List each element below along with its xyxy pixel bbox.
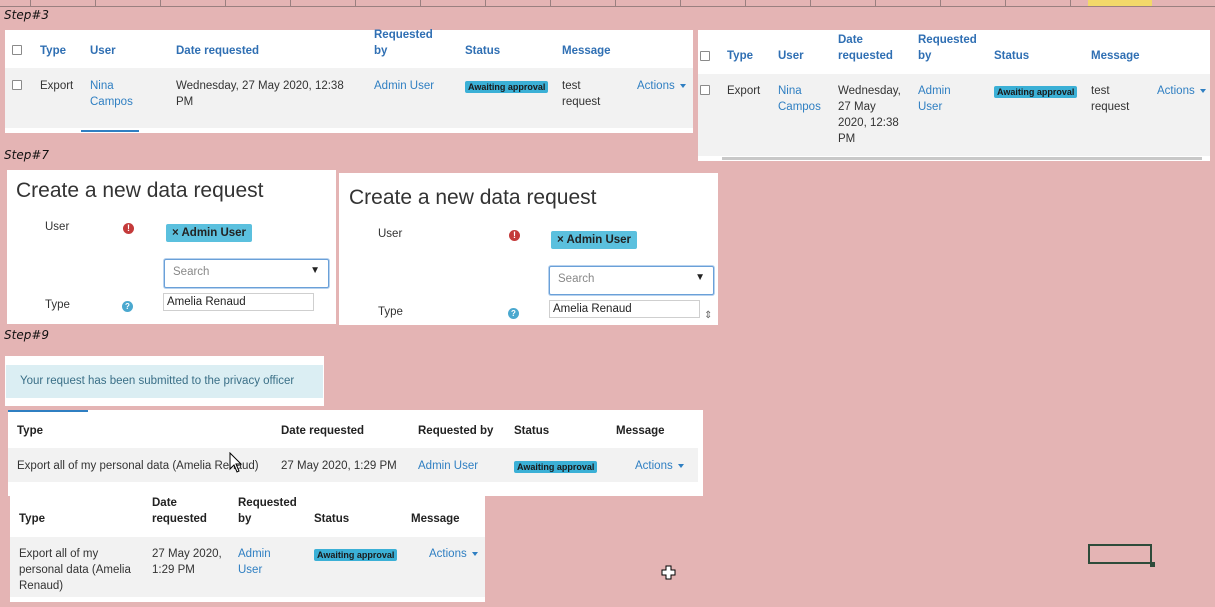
header-message[interactable]: Message — [562, 43, 611, 59]
my-requests-table-wide: Type Date requested Requested by Status … — [8, 410, 703, 496]
selected-cell[interactable] — [1088, 544, 1152, 564]
row-checkbox[interactable] — [700, 85, 710, 95]
user-search-select[interactable]: Search ▼ — [164, 259, 329, 288]
mouse-cursor-icon — [229, 452, 243, 473]
step-7-label: Step#7 — [4, 148, 50, 162]
dropdown-option[interactable]: Amelia Renaud — [163, 293, 314, 311]
actions-menu-button[interactable]: Actions — [635, 458, 684, 474]
confirmation-panel: Your request has been submitted to the p… — [5, 356, 324, 406]
row-date: Wednesday, 27 May 2020, 12:38 PM — [838, 85, 901, 145]
header-type[interactable]: Type — [40, 43, 66, 59]
status-badge: Awaiting approval — [994, 86, 1078, 98]
row-requested-by-link[interactable]: Admin User — [374, 78, 434, 94]
chevron-down-icon — [471, 551, 478, 556]
error-icon: ! — [123, 223, 134, 234]
row-user-link[interactable]: Nina Campos — [778, 83, 821, 115]
spreadsheet-column-header — [0, 0, 1215, 7]
create-request-form-2: Create a new data request User ! × Admin… — [339, 173, 718, 325]
header-type[interactable]: Type — [727, 48, 753, 64]
create-request-form-1: Create a new data request User ! × Admin… — [7, 170, 336, 324]
type-label: Type — [45, 299, 70, 311]
header-type[interactable]: Type — [19, 511, 45, 527]
user-label: User — [45, 221, 70, 233]
actions-menu-button[interactable]: Actions — [1157, 83, 1206, 99]
row-requested-by-link[interactable]: Admin User — [918, 83, 951, 115]
dropdown-arrow-icon: ▼ — [695, 272, 705, 283]
dropdown-arrow-icon: ▼ — [310, 265, 320, 276]
step-9-label: Step#9 — [4, 328, 50, 342]
header-date[interactable]: Date requested — [281, 423, 364, 439]
horizontal-scrollbar[interactable] — [722, 157, 1202, 160]
type-label: Type — [378, 306, 403, 318]
header-requested-by[interactable]: Requested by — [238, 495, 297, 527]
table-row — [698, 74, 1210, 156]
row-type: Export — [40, 80, 74, 92]
user-label: User — [378, 228, 403, 240]
dropdown-option[interactable]: Amelia Renaud — [549, 300, 700, 318]
header-status[interactable]: Status — [465, 43, 500, 59]
active-tab-indicator — [8, 410, 88, 412]
selected-user-tag[interactable]: × Admin User — [551, 231, 638, 249]
my-requests-table-narrow: Type Date requested Requested by Status Me… — [10, 487, 485, 602]
actions-menu-button[interactable]: Actions — [429, 546, 478, 562]
header-requested-by[interactable]: Requested by — [374, 27, 433, 59]
header-message[interactable]: Message — [1091, 48, 1140, 64]
requests-table-wide: Type User Date requested Requested by Sta… — [5, 27, 693, 133]
search-placeholder: Search — [173, 266, 210, 278]
status-badge: Awaiting approval — [514, 461, 598, 473]
header-date[interactable]: Date requested — [838, 32, 893, 64]
user-search-select[interactable]: Search ▼ — [549, 266, 714, 295]
chevron-down-icon — [679, 83, 686, 88]
header-status[interactable]: Status — [314, 511, 349, 527]
crosshair-cursor-icon — [661, 565, 676, 580]
chevron-down-icon — [677, 463, 684, 468]
fill-handle[interactable] — [1150, 562, 1155, 567]
step-3-label: Step#3 — [4, 8, 50, 22]
header-date[interactable]: Date requested — [152, 495, 207, 527]
page-title: Create a new data request — [349, 186, 597, 209]
row-user-link[interactable]: Nina Campos — [90, 78, 133, 110]
help-icon[interactable]: ? — [508, 308, 519, 319]
header-requested-by[interactable]: Requested by — [918, 32, 977, 64]
header-message[interactable]: Message — [616, 423, 665, 439]
search-placeholder: Search — [558, 273, 595, 285]
header-date[interactable]: Date requested — [176, 43, 259, 59]
select-all-checkbox[interactable] — [12, 45, 22, 55]
row-message: test request — [1091, 85, 1130, 113]
status-badge: Awaiting approval — [314, 549, 398, 561]
row-message: test request — [562, 80, 601, 108]
header-user[interactable]: User — [778, 48, 804, 64]
row-checkbox[interactable] — [12, 80, 22, 90]
page-title: Create a new data request — [16, 179, 264, 202]
row-type: Export — [727, 85, 761, 97]
selected-user-tag[interactable]: × Admin User — [166, 224, 253, 242]
header-status[interactable]: Status — [514, 423, 549, 439]
error-icon: ! — [509, 230, 520, 241]
header-status[interactable]: Status — [994, 48, 1029, 64]
status-badge: Awaiting approval — [465, 81, 549, 93]
type-select-arrows-icon[interactable]: ⇕ — [704, 310, 712, 321]
header-user[interactable]: User — [90, 43, 116, 59]
row-date: Wednesday, 27 May 2020, 12:38 PM — [176, 80, 344, 108]
header-type[interactable]: Type — [17, 423, 43, 439]
row-date: 27 May 2020, 1:29 PM — [152, 548, 222, 576]
row-type: Export all of my personal data (Amelia R… — [17, 460, 259, 472]
success-alert: Your request has been submitted to the p… — [6, 365, 323, 398]
row-requested-by-link[interactable]: Admin User — [238, 546, 271, 578]
actions-menu-button[interactable]: Actions — [637, 78, 686, 94]
active-tab-indicator — [81, 130, 139, 132]
row-date: 27 May 2020, 1:29 PM — [281, 460, 397, 472]
chevron-down-icon — [1199, 88, 1206, 93]
row-type: Export all of my personal data (Amelia Ren… — [19, 548, 131, 592]
header-message[interactable]: Message — [411, 511, 460, 527]
row-requested-by-link[interactable]: Admin User — [418, 458, 478, 474]
select-all-checkbox[interactable] — [700, 51, 710, 61]
header-requested-by[interactable]: Requested by — [418, 423, 493, 439]
requests-table-narrow: Type User Date requested Requested by Stat… — [698, 30, 1210, 161]
help-icon[interactable]: ? — [122, 301, 133, 312]
